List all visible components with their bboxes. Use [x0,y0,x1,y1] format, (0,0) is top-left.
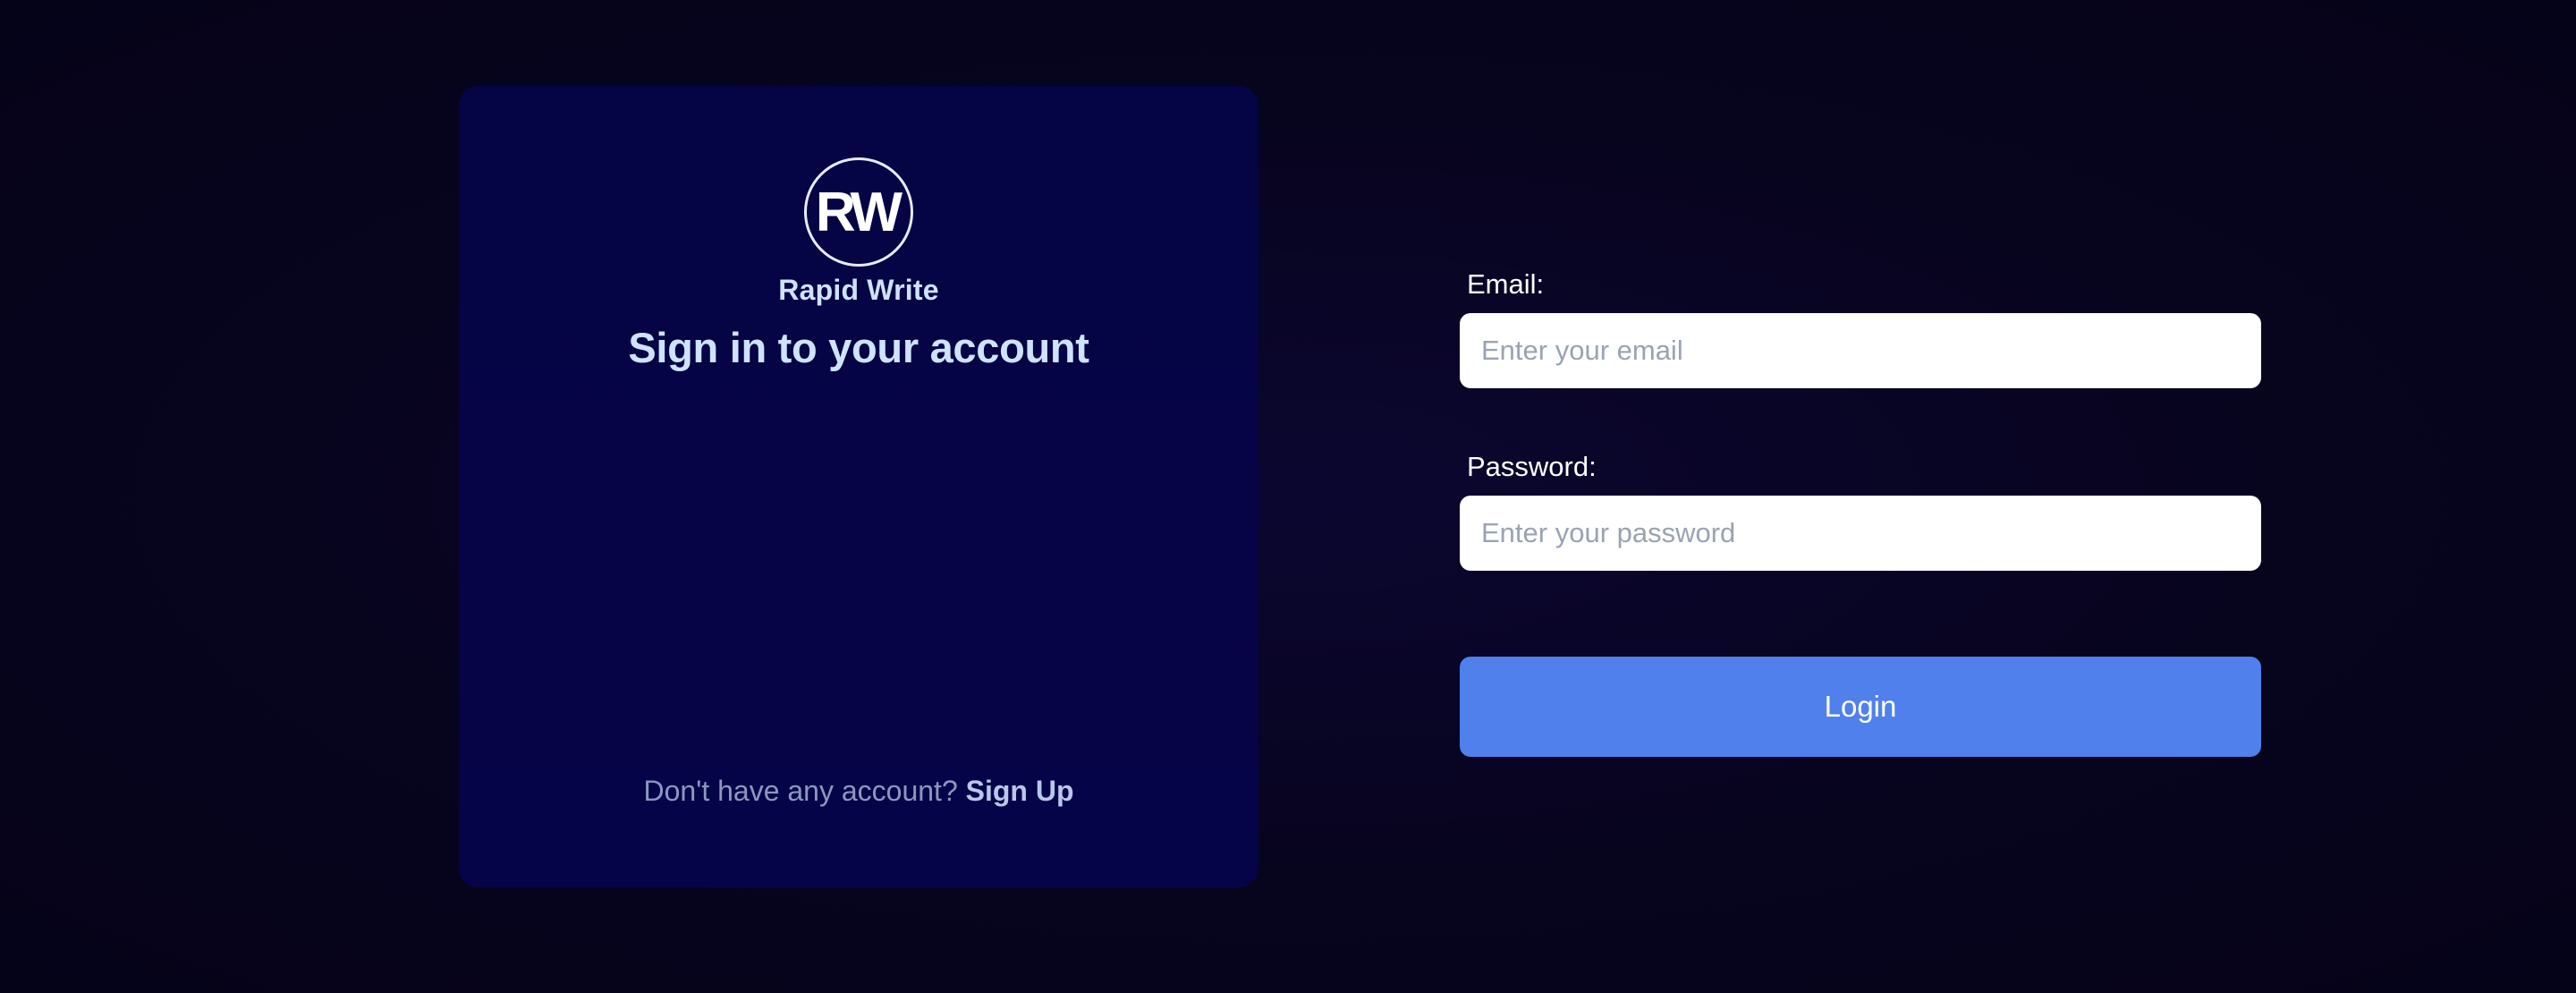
page-title: Sign in to your account [628,324,1089,371]
signup-link[interactable]: Sign Up [966,775,1074,807]
brand-logo-icon: RW [804,157,913,267]
login-page: RW Rapid Write Sign in to your account D… [0,0,2576,993]
email-input[interactable] [1460,313,2261,388]
login-form: Email: Password: Login [1460,268,2261,757]
brand-name: Rapid Write [778,274,939,306]
login-button[interactable]: Login [1460,657,2261,757]
brand-logo-mark: RW [815,182,902,243]
signup-prompt-row: Don't have any account? Sign Up [459,775,1258,808]
signup-prompt-text: Don't have any account? [643,775,958,807]
password-input[interactable] [1460,496,2261,571]
email-label: Email: [1467,268,1545,300]
password-field-group: Password: [1460,451,2261,571]
email-field-group: Email: [1460,268,2261,388]
brand-block: RW Rapid Write Sign in to your account [459,157,1258,372]
sign-in-card: RW Rapid Write Sign in to your account D… [459,86,1258,887]
password-label: Password: [1467,451,1597,482]
